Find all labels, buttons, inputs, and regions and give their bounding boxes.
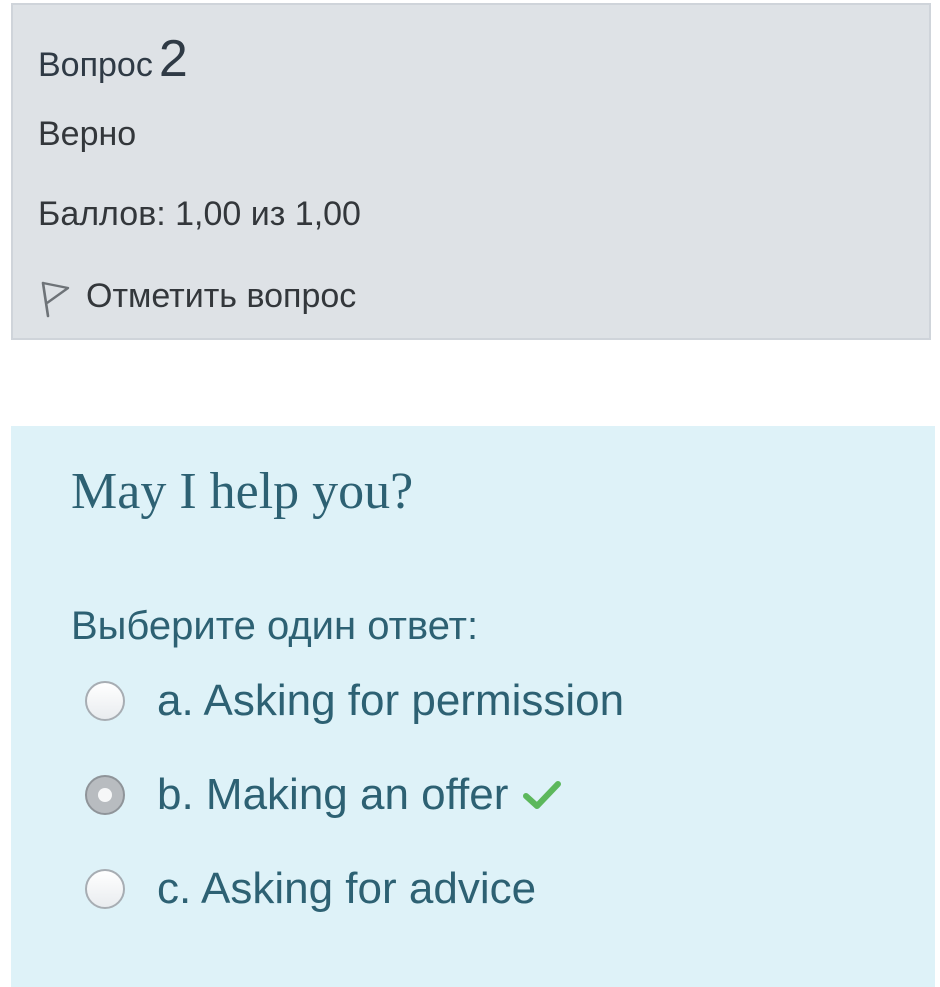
answer-option-c[interactable]: c. Asking for advice xyxy=(85,864,536,914)
answer-label-c: c. Asking for advice xyxy=(157,864,537,913)
answer-option-b[interactable]: b. Making an offer xyxy=(85,770,562,820)
question-grade: Баллов: 1,00 из 1,00 xyxy=(38,195,361,233)
question-state: Верно xyxy=(38,115,137,153)
answer-label-a: a. Asking for permission xyxy=(157,676,625,725)
answer-prompt: Выберите один ответ: xyxy=(71,604,479,648)
answer-option-a[interactable]: a. Asking for permission xyxy=(85,676,624,726)
question-heading: Вопрос 2 xyxy=(38,29,188,89)
checkmark-icon xyxy=(522,778,562,812)
flag-question-label: Отметить вопрос xyxy=(86,276,357,315)
answer-radio-b[interactable] xyxy=(85,775,125,815)
answer-radio-a[interactable] xyxy=(85,681,125,721)
question-content: May I help you? Выберите один ответ: a. … xyxy=(11,426,935,987)
flag-icon xyxy=(38,279,72,319)
question-word: Вопрос xyxy=(38,46,153,84)
question-text: May I help you? xyxy=(71,463,414,520)
flag-question-link[interactable]: Отметить вопрос xyxy=(38,273,356,319)
question-number: 2 xyxy=(158,30,188,88)
answer-radio-c[interactable] xyxy=(85,869,125,909)
answer-label-b: b. Making an offer xyxy=(157,770,509,819)
question-info-panel: Вопрос 2 Верно Баллов: 1,00 из 1,00 Отмет… xyxy=(11,3,931,340)
